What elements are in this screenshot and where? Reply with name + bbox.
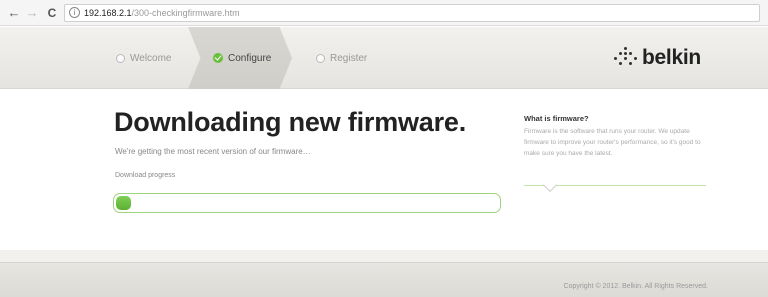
download-progress-bar — [113, 193, 501, 213]
progress-fill — [116, 196, 131, 210]
url-path: /300-checkingfirmware.htm — [131, 8, 240, 18]
back-arrow-icon[interactable]: ← — [6, 4, 22, 22]
browser-toolbar: ← → C i 192.168.2.1/300-checkingfirmware… — [0, 0, 768, 26]
step-configure[interactable]: Configure — [213, 27, 271, 89]
check-circle-icon — [213, 53, 223, 63]
radio-empty-icon — [116, 53, 125, 63]
page-subtitle: We're getting the most recent version of… — [115, 147, 311, 156]
step-register[interactable]: Register — [316, 27, 367, 89]
logo-dots-icon — [614, 47, 638, 69]
url-text: 192.168.2.1/300-checkingfirmware.htm — [84, 7, 240, 20]
copyright-text: Copyright © 2012. Belkin. All Rights Res… — [563, 283, 708, 290]
address-bar[interactable]: i 192.168.2.1/300-checkingfirmware.htm — [64, 4, 760, 22]
reload-button[interactable]: C — [44, 4, 60, 22]
info-text: Firmware is the software that runs your … — [524, 128, 701, 157]
wizard-header: Welcome Configure Register belkin — [0, 27, 768, 89]
footer: Copyright © 2012. Belkin. All Rights Res… — [0, 262, 768, 297]
step-welcome-label: Welcome — [130, 52, 172, 64]
url-host: 192.168.2.1 — [84, 8, 132, 18]
page-title: Downloading new firmware. — [114, 107, 467, 137]
step-welcome[interactable]: Welcome — [116, 27, 172, 89]
step-configure-label: Configure — [228, 52, 272, 64]
footer-band — [0, 250, 768, 262]
belkin-logo: belkin — [614, 41, 701, 75]
progress-label: Download progress — [115, 172, 176, 179]
radio-empty-icon — [316, 53, 325, 63]
info-pointer — [542, 177, 558, 193]
logo-text: belkin — [642, 46, 701, 69]
forward-arrow-icon[interactable]: → — [24, 4, 40, 22]
page-info-icon[interactable]: i — [69, 7, 80, 18]
info-title: What is firmware? — [524, 114, 589, 123]
step-register-label: Register — [330, 52, 368, 64]
